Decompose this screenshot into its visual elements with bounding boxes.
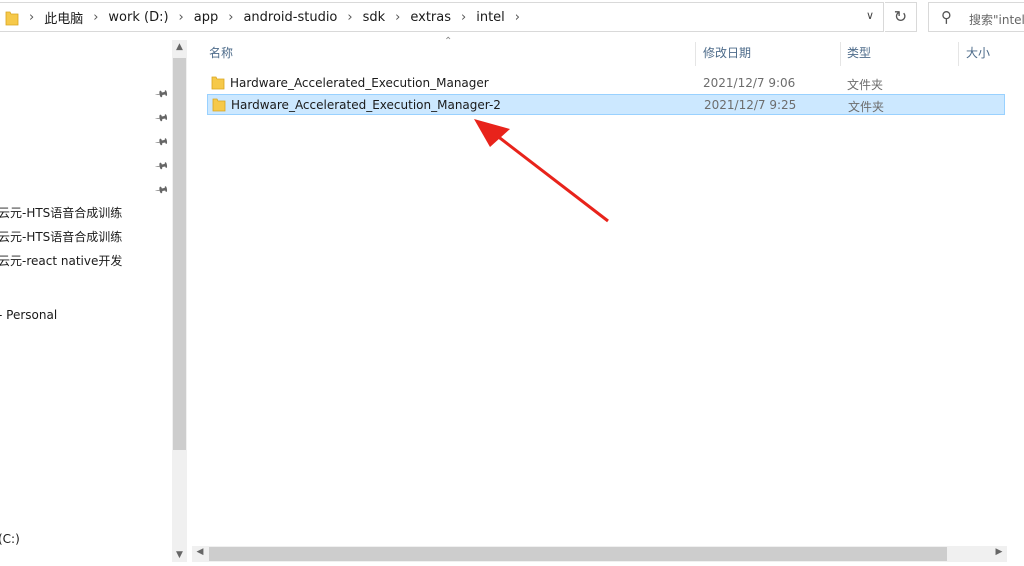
refresh-icon: ↻	[893, 7, 908, 26]
navigation-pane: 🖈 🖈 🖈 🖈 🖈 云元-HTS语音合成训练 云元-HTS语音合成训练 云元-r…	[0, 38, 188, 566]
horizontal-scrollbar[interactable]: ◀ ▶	[192, 546, 1007, 562]
scroll-right-icon[interactable]: ▶	[992, 547, 1006, 557]
breadcrumb-separator[interactable]: ›	[225, 10, 236, 25]
breadcrumb-separator[interactable]: ›	[392, 10, 403, 25]
file-date: 2021/12/7 9:06	[703, 76, 796, 90]
nav-item[interactable]: 云元-HTS语音合成训练	[0, 228, 122, 245]
pin-icon[interactable]: 🖈	[151, 107, 172, 131]
scroll-left-icon[interactable]: ◀	[193, 547, 207, 557]
file-type: 文件夹	[848, 100, 885, 114]
nav-item[interactable]: (C:)	[0, 532, 20, 546]
pin-icon[interactable]: 🖈	[151, 155, 172, 179]
refresh-button[interactable]: ↻	[885, 2, 917, 32]
search-input[interactable]: ⚲ 搜索"intel"	[928, 2, 1024, 32]
column-header-size[interactable]: 大小	[966, 42, 990, 68]
column-divider[interactable]	[958, 42, 959, 66]
pin-icon[interactable]: 🖈	[151, 179, 172, 203]
scrollbar-thumb[interactable]	[173, 58, 186, 450]
breadcrumb-app[interactable]: app	[187, 10, 225, 25]
file-name: Hardware_Accelerated_Execution_Manager-2	[231, 98, 501, 112]
breadcrumb-separator[interactable]: ›	[344, 10, 355, 25]
breadcrumb-this-pc[interactable]: 此电脑	[37, 8, 90, 27]
breadcrumb-separator[interactable]: ›	[26, 10, 37, 25]
nav-item[interactable]: 云元-HTS语音合成训练	[0, 204, 122, 221]
nav-vertical-scrollbar[interactable]: ▲ ▼	[172, 40, 187, 562]
folder-icon	[212, 98, 226, 112]
sort-caret-icon: ⌃	[444, 36, 453, 47]
scrollbar-thumb[interactable]	[209, 547, 947, 561]
scroll-down-icon[interactable]: ▼	[172, 550, 187, 560]
file-type: 文件夹	[847, 78, 884, 92]
annotation-arrow	[474, 119, 609, 223]
scroll-up-icon[interactable]: ▲	[172, 42, 187, 52]
search-icon: ⚲	[941, 8, 952, 26]
breadcrumb-separator[interactable]: ›	[176, 10, 187, 25]
file-name: Hardware_Accelerated_Execution_Manager	[230, 76, 489, 90]
breadcrumb-android-studio[interactable]: android-studio	[236, 10, 344, 25]
search-placeholder: 搜索"intel"	[969, 13, 1024, 27]
file-row[interactable]: Hardware_Accelerated_Execution_Manager 2…	[207, 73, 1005, 94]
file-date: 2021/12/7 9:25	[704, 98, 797, 112]
breadcrumb-intel[interactable]: intel	[469, 10, 512, 25]
column-header-name[interactable]: 名称	[209, 42, 233, 68]
pin-icon[interactable]: 🖈	[151, 83, 172, 107]
breadcrumb: › 此电脑 › work (D:) › app › android-studio…	[26, 3, 523, 31]
column-header-date[interactable]: 修改日期	[703, 42, 751, 68]
column-divider[interactable]	[695, 42, 696, 66]
breadcrumb-extras[interactable]: extras	[403, 10, 458, 25]
pin-icon[interactable]: 🖈	[151, 131, 172, 155]
breadcrumb-separator[interactable]: ›	[458, 10, 469, 25]
file-row-selected[interactable]: Hardware_Accelerated_Execution_Manager-2…	[207, 94, 1005, 115]
chevron-down-icon[interactable]: ∨	[861, 9, 879, 25]
column-header-type[interactable]: 类型	[847, 42, 871, 68]
nav-item[interactable]: - Personal	[0, 308, 57, 322]
folder-icon	[211, 76, 225, 90]
folder-icon	[5, 11, 19, 26]
breadcrumb-work-drive[interactable]: work (D:)	[101, 10, 175, 25]
breadcrumb-separator[interactable]: ›	[512, 10, 523, 25]
breadcrumb-sdk[interactable]: sdk	[356, 10, 393, 25]
column-divider[interactable]	[840, 42, 841, 66]
nav-item[interactable]: 云元-react native开发	[0, 252, 122, 269]
breadcrumb-separator[interactable]: ›	[90, 10, 101, 25]
address-bar[interactable]: › 此电脑 › work (D:) › app › android-studio…	[0, 2, 884, 32]
